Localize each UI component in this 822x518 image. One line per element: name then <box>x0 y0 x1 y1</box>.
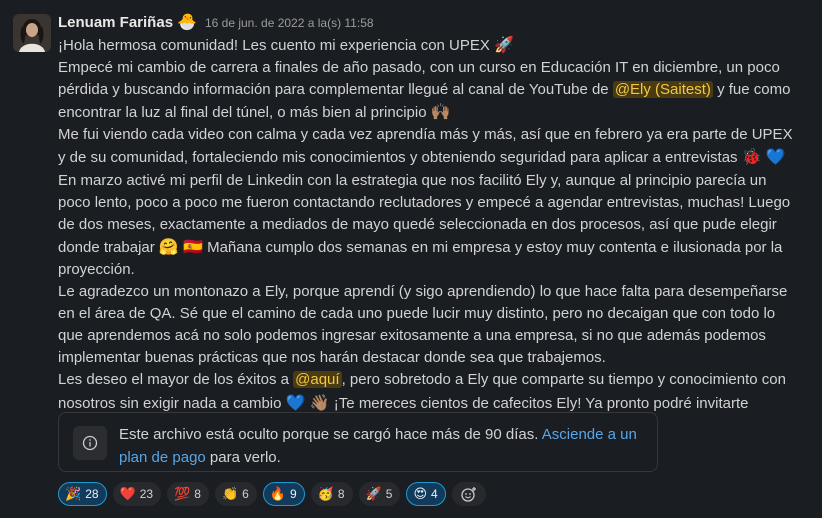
add-reaction-icon <box>461 487 476 502</box>
reaction-button[interactable]: 🥳 8 <box>310 482 353 506</box>
message-paragraph: Empecé mi cambio de carrera a finales de… <box>58 57 800 124</box>
clapping-hands-emoji: 👏 <box>221 486 239 502</box>
ladybug-emoji: 🐞 <box>741 147 762 167</box>
hundred-points-emoji: 💯 <box>174 486 191 502</box>
reaction-count: 4 <box>431 487 438 501</box>
reaction-count: 8 <box>194 487 201 501</box>
avatar-image <box>13 14 51 52</box>
message-text: Les deseo el mayor de los éxitos a <box>58 371 294 389</box>
reaction-count: 23 <box>139 487 154 501</box>
reaction-button[interactable]: ❤️ 23 <box>112 482 162 506</box>
message-text: ¡Hola hermosa comunidad! Les cuento mi e… <box>58 37 495 54</box>
raised-hands-emoji: 🙌🏽 <box>430 102 451 122</box>
avatar[interactable] <box>13 14 51 52</box>
message-content: Lenuam Fariñas 🐣 16 de jun. de 2022 a la… <box>58 12 800 460</box>
blue-heart-emoji: 💙 <box>765 147 786 167</box>
reaction-button[interactable]: 😍 4 <box>406 482 446 506</box>
spain-flag-emoji: 🇪🇸 <box>183 236 203 256</box>
reaction-button[interactable]: 🚀 5 <box>358 482 401 506</box>
hugging-face-emoji: 🤗 <box>158 236 179 256</box>
sender-name[interactable]: Lenuam Fariñas <box>58 14 173 31</box>
sender-status-emoji[interactable]: 🐣 <box>177 12 197 31</box>
hidden-file-notice: Este archivo está oculto porque se cargó… <box>58 412 658 472</box>
reaction-button[interactable]: 🎉 28 <box>58 482 107 506</box>
message: Lenuam Fariñas 🐣 16 de jun. de 2022 a la… <box>0 0 822 518</box>
message-text: Le agradezco un montonazo a Ely, porque … <box>58 283 788 367</box>
rocket-emoji: 🚀 <box>365 486 382 502</box>
user-mention[interactable]: @aquí <box>293 371 342 389</box>
waving-hand-emoji: 👋🏽 <box>309 392 330 412</box>
reaction-count: 8 <box>337 487 345 501</box>
fire-emoji: 🔥 <box>269 486 287 502</box>
info-icon <box>73 426 107 460</box>
heart-eyes-emoji: 😍 <box>413 486 428 502</box>
reaction-count: 9 <box>290 487 297 501</box>
reaction-button[interactable]: 👏 6 <box>214 482 257 506</box>
reaction-button[interactable]: 🔥 9 <box>262 482 305 506</box>
user-mention[interactable]: @Ely (Saitest) <box>612 81 713 99</box>
heart-emoji: ❤️ <box>119 486 136 502</box>
timestamp[interactable]: 16 de jun. de 2022 a la(s) 11:58 <box>205 16 374 30</box>
reaction-count: 28 <box>85 487 99 501</box>
tada-emoji: 🎉 <box>65 486 82 502</box>
blue-heart-emoji: 💙 <box>285 392 306 412</box>
reactions-bar: 🎉 28 ❤️ 23 💯 8 👏 6 🔥 9 🥳 8 🚀 5 😍 4 <box>58 482 486 506</box>
partying-face-emoji: 🥳 <box>317 486 334 502</box>
message-paragraph: Le agradezco un montonazo a Ely, porque … <box>58 281 800 369</box>
rocket-emoji: 🚀 <box>494 35 514 54</box>
message-body: ¡Hola hermosa comunidad! Les cuento mi e… <box>58 34 800 460</box>
hidden-file-text-before: Este archivo está oculto porque se cargó… <box>119 426 542 443</box>
hidden-file-text-after: para verlo. <box>205 448 281 466</box>
reaction-count: 6 <box>242 487 249 501</box>
reaction-count: 5 <box>385 487 393 501</box>
reaction-button[interactable]: 💯 8 <box>167 482 209 506</box>
message-paragraph: ¡Hola hermosa comunidad! Les cuento mi e… <box>58 34 800 57</box>
message-paragraph: Me fui viendo cada video con calma y cad… <box>58 124 800 169</box>
hidden-file-text: Este archivo está oculto porque se cargó… <box>119 424 643 469</box>
message-header: Lenuam Fariñas 🐣 16 de jun. de 2022 a la… <box>58 12 800 34</box>
add-reaction-button[interactable] <box>451 482 486 506</box>
message-paragraph: En marzo activé mi perfil de Linkedin co… <box>58 170 800 281</box>
message-text: Me fui viendo cada video con calma y cad… <box>58 126 793 167</box>
